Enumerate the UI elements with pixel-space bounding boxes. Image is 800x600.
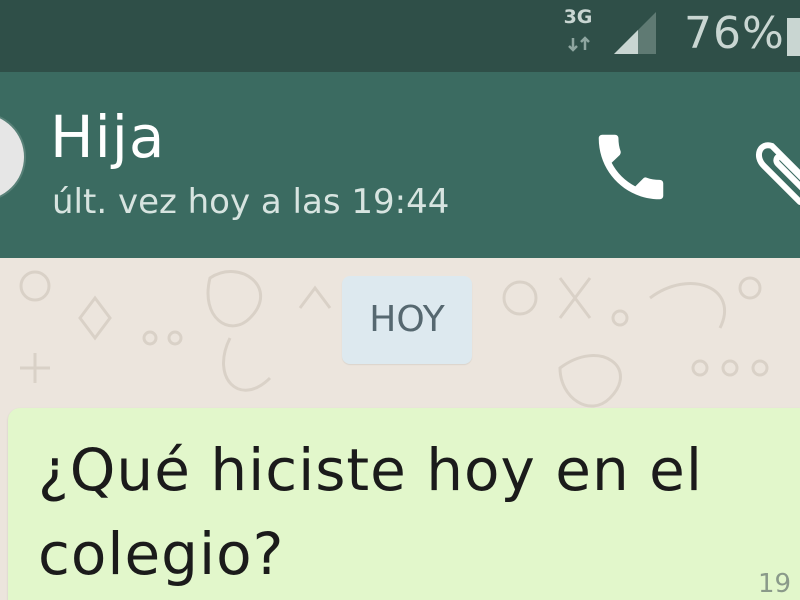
whatsapp-chat-screen: 3G 76% Hija últ. vez hoy a las 19:44 HOY… — [0, 0, 800, 600]
battery-icon — [787, 18, 800, 56]
data-arrows-icon — [568, 36, 590, 52]
battery-percent: 76% — [684, 8, 785, 59]
message-bubble[interactable]: ¿Qué hiciste hoy en el colegio? 19 — [8, 408, 800, 600]
message-time: 19 — [758, 569, 792, 599]
attach-button[interactable] — [740, 124, 800, 210]
last-seen-status: últ. vez hoy a las 19:44 — [52, 182, 450, 222]
chat-header: Hija últ. vez hoy a las 19:44 — [0, 72, 800, 258]
date-divider: HOY — [342, 276, 472, 364]
call-button[interactable] — [588, 124, 674, 210]
contact-name[interactable]: Hija — [50, 102, 165, 172]
network-type-label: 3G — [563, 6, 593, 28]
signal-strength-icon — [614, 12, 656, 54]
message-text: ¿Qué hiciste hoy en el colegio? — [38, 436, 703, 588]
status-bar: 3G 76% — [0, 0, 800, 72]
avatar[interactable] — [0, 114, 24, 200]
paperclip-icon — [755, 142, 800, 205]
phone-icon — [598, 134, 664, 200]
